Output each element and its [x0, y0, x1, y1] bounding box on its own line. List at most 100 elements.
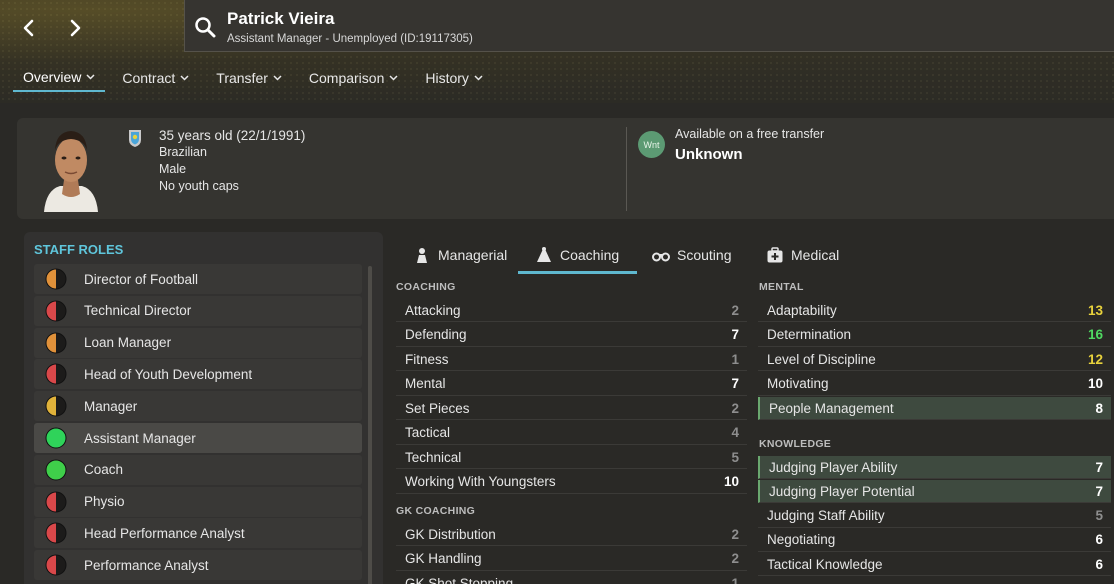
- tab-managerial[interactable]: Managerial: [413, 236, 507, 274]
- attribute-row[interactable]: Attacking 2: [396, 299, 747, 322]
- attribute-value: 2: [731, 400, 739, 416]
- staff-role-item[interactable]: Loan Manager: [34, 327, 362, 358]
- chevron-down-icon: [273, 75, 282, 81]
- attribute-row[interactable]: Judging Player Ability 7: [758, 456, 1111, 479]
- attribute-row[interactable]: Adaptability 13: [758, 299, 1111, 322]
- staff-role-item[interactable]: Physio: [34, 486, 362, 517]
- attribute-value: 1: [731, 575, 739, 584]
- tab-medical[interactable]: Medical: [766, 236, 839, 274]
- mental-section-title: MENTAL: [759, 281, 804, 293]
- attribute-row[interactable]: Determination 16: [758, 324, 1111, 347]
- staff-role-item[interactable]: Technical Director: [34, 295, 362, 326]
- attribute-name: Adaptability: [767, 302, 837, 318]
- role-suitability-icon: [45, 427, 67, 449]
- brazil-flag-icon: [129, 130, 141, 147]
- coaching-section-title: COACHING: [396, 281, 456, 293]
- staff-role-item[interactable]: Head of Youth Development: [34, 359, 362, 390]
- role-suitability-icon: [45, 395, 67, 417]
- attribute-row[interactable]: Tactical 4: [396, 422, 747, 445]
- attribute-name: GK Handling: [405, 551, 482, 566]
- staff-role-label: Head of Youth Development: [84, 366, 253, 382]
- attribute-row[interactable]: Fitness 1: [396, 348, 747, 371]
- role-suitability-icon: [45, 554, 67, 576]
- attribute-row[interactable]: Defending 7: [396, 324, 747, 347]
- chevron-down-icon: [86, 74, 95, 80]
- attribute-value: 2: [731, 551, 739, 566]
- attribute-row[interactable]: Mental 7: [396, 373, 747, 396]
- staff-role-label: Director of Football: [84, 271, 199, 287]
- role-suitability-icon: [45, 332, 67, 354]
- attribute-name: Level of Discipline: [767, 351, 876, 367]
- attribute-value: 6: [1095, 556, 1103, 572]
- attribute-row[interactable]: Judging Staff Ability 5: [758, 505, 1111, 528]
- tab-label: Overview: [23, 69, 82, 85]
- attribute-name: GK Shot Stopping: [405, 575, 514, 584]
- attribute-name: Working With Youngsters: [405, 474, 556, 489]
- attribute-row[interactable]: GK Handling 2: [396, 548, 747, 571]
- staff-roles-title: STAFF ROLES: [34, 242, 124, 257]
- attribute-name: Tactical Knowledge: [767, 556, 883, 572]
- attribute-name: Motivating: [767, 376, 829, 391]
- transfer-status-badge: Wnt: [638, 131, 665, 158]
- attribute-row[interactable]: Working With Youngsters 10: [396, 471, 747, 494]
- tab-contract[interactable]: Contract: [112, 64, 199, 92]
- role-suitability-icon: [45, 268, 67, 290]
- search-icon[interactable]: [194, 16, 216, 38]
- attribute-row[interactable]: Set Pieces 2: [396, 397, 747, 420]
- tab-scouting[interactable]: Scouting: [652, 236, 731, 274]
- tab-overview[interactable]: Overview: [13, 64, 106, 92]
- tab-coaching[interactable]: Coaching: [535, 236, 619, 274]
- player-subtitle: Assistant Manager - Unemployed (ID:19117…: [227, 33, 473, 45]
- staff-role-item[interactable]: Manager: [34, 391, 362, 422]
- tab-label: Coaching: [560, 247, 620, 263]
- medical-kit-icon: [767, 247, 783, 263]
- attribute-value: 7: [731, 327, 739, 342]
- attribute-row[interactable]: Technical 5: [396, 446, 747, 469]
- active-tab-indicator: [518, 271, 637, 274]
- role-suitability-icon: [45, 522, 67, 544]
- attribute-row[interactable]: Judging Player Potential 7: [758, 480, 1111, 504]
- attribute-row[interactable]: GK Shot Stopping 1: [396, 572, 747, 584]
- attribute-value: 7: [731, 376, 739, 391]
- staff-role-item[interactable]: Performance Analyst: [34, 550, 362, 581]
- player-name: Patrick Vieira: [227, 9, 335, 28]
- tab-comparison[interactable]: Comparison: [299, 64, 408, 92]
- attribute-name: Determination: [767, 327, 852, 342]
- forward-arrow-icon[interactable]: [61, 14, 89, 42]
- tab-label: Contract: [122, 70, 176, 86]
- gk-coaching-section-title: GK COACHING: [396, 505, 476, 517]
- staff-role-label: Performance Analyst: [84, 557, 209, 573]
- attribute-name: Tactical: [405, 425, 451, 440]
- role-suitability-icon: [45, 363, 67, 385]
- tab-transfer[interactable]: Transfer: [206, 64, 292, 92]
- attribute-name: Fitness: [405, 351, 449, 367]
- attribute-row[interactable]: Level of Discipline 12: [758, 348, 1111, 371]
- gender-text: Male: [159, 162, 187, 176]
- staff-role-item[interactable]: Assistant Manager: [34, 423, 362, 453]
- staff-roles-scrollbar[interactable]: [368, 266, 372, 584]
- chevron-down-icon: [474, 75, 483, 81]
- attribute-name: Technical: [405, 449, 462, 465]
- age-text: 35 years old (22/1/1991): [159, 128, 306, 143]
- tab-label: Transfer: [216, 70, 268, 86]
- staff-role-item[interactable]: Coach: [34, 454, 362, 485]
- staff-role-item[interactable]: Director of Football: [34, 264, 362, 294]
- attribute-row[interactable]: People Management 8: [758, 397, 1111, 420]
- nationality-text: Brazilian: [159, 145, 207, 159]
- attribute-row[interactable]: Tactical Knowledge 6: [758, 553, 1111, 577]
- tab-label: Managerial: [438, 247, 508, 263]
- binoculars-icon: [652, 252, 670, 262]
- attribute-value: 13: [1087, 302, 1103, 318]
- staff-role-item[interactable]: Head Performance Analyst: [34, 518, 362, 549]
- back-arrow-icon[interactable]: [15, 14, 43, 42]
- attribute-row[interactable]: GK Distribution 2: [396, 523, 747, 546]
- attribute-row[interactable]: Negotiating 6: [758, 529, 1111, 552]
- tab-history[interactable]: History: [415, 64, 493, 92]
- attribute-value: 12: [1087, 351, 1103, 367]
- staff-role-label: Physio: [84, 494, 125, 510]
- attribute-name: GK Distribution: [405, 526, 496, 542]
- tab-label: Medical: [791, 247, 840, 263]
- attribute-row[interactable]: Motivating 10: [758, 373, 1111, 396]
- attribute-name: Judging Staff Ability: [767, 508, 885, 524]
- top-tabs: Overview Contract Transfer Comparison Hi…: [13, 64, 500, 96]
